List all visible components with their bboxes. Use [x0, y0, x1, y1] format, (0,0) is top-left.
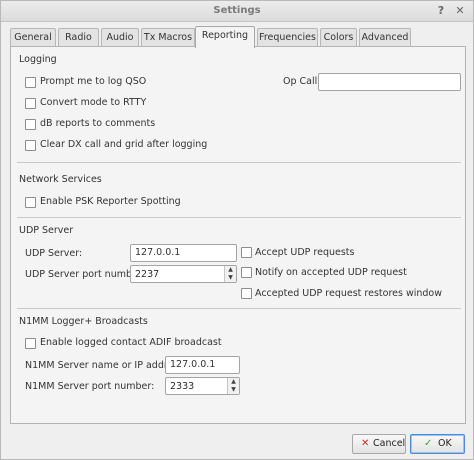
db-reports-checkbox[interactable] — [25, 119, 36, 130]
prompt-log-label: Prompt me to log QSO — [40, 76, 147, 87]
psk-reporter-label: Enable PSK Reporter Spotting — [40, 196, 181, 207]
cancel-button-label: Cancel — [373, 438, 406, 449]
psk-reporter-checkbox[interactable] — [25, 197, 36, 208]
accept-udp-label: Accept UDP requests — [255, 247, 355, 258]
reporting-panel: Logging Prompt me to log QSO Op Call: Co… — [10, 46, 466, 424]
tab-colors[interactable]: Colors — [320, 28, 357, 47]
network-section-title: Network Services — [19, 174, 102, 185]
close-icon[interactable]: ✕ — [453, 4, 467, 18]
tab-general[interactable]: General — [10, 28, 56, 47]
separator — [17, 308, 461, 309]
spin-down-icon[interactable]: ▼ — [225, 274, 236, 282]
window-title: Settings — [213, 5, 261, 16]
cancel-button[interactable]: ✕ Cancel — [352, 434, 406, 454]
restores-window-label: Accepted UDP request restores window — [255, 288, 443, 299]
convert-rtty-label: Convert mode to RTTY — [40, 97, 147, 108]
n1mm-port-label: N1MM Server port number: — [25, 381, 155, 392]
ok-icon: ✓ — [424, 438, 433, 449]
enable-adif-checkbox[interactable] — [25, 338, 36, 349]
udp-server-label: UDP Server: — [25, 248, 83, 259]
db-reports-label: dB reports to comments — [40, 118, 156, 129]
tab-advanced[interactable]: Advanced — [359, 28, 411, 47]
help-icon[interactable]: ? — [434, 4, 448, 18]
logging-section-title: Logging — [19, 54, 57, 65]
udp-server-input[interactable]: 127.0.0.1 — [130, 244, 237, 262]
settings-window: Settings ? ✕ General Radio Audio Tx Macr… — [0, 0, 474, 460]
udp-port-label: UDP Server port number: — [25, 269, 145, 280]
tab-reporting[interactable]: Reporting — [195, 26, 255, 48]
clear-dx-label: Clear DX call and grid after logging — [40, 139, 208, 150]
udp-section-title: UDP Server — [19, 225, 74, 236]
enable-adif-label: Enable logged contact ADIF broadcast — [40, 337, 222, 348]
tab-radio[interactable]: Radio — [58, 28, 99, 47]
clear-dx-checkbox[interactable] — [25, 140, 36, 151]
op-call-input[interactable] — [318, 73, 461, 91]
cancel-icon: ✕ — [361, 438, 370, 449]
title-bar[interactable]: Settings ? ✕ — [1, 1, 473, 22]
n1mm-server-input[interactable]: 127.0.0.1 — [165, 356, 240, 374]
udp-port-spinbox[interactable]: 2237 ▲ ▼ — [130, 265, 237, 283]
tab-frequencies[interactable]: Frequencies — [257, 28, 318, 47]
spin-up-icon[interactable]: ▲ — [228, 378, 239, 386]
ok-button-label: OK — [438, 438, 452, 449]
udp-port-value: 2237 — [135, 269, 160, 280]
spin-up-icon[interactable]: ▲ — [225, 266, 236, 274]
n1mm-section-title: N1MM Logger+ Broadcasts — [19, 316, 148, 327]
spin-arrows: ▲ ▼ — [224, 266, 236, 282]
op-call-label: Op Call: — [283, 76, 321, 87]
ok-button[interactable]: ✓ OK — [410, 434, 465, 454]
tab-audio[interactable]: Audio — [101, 28, 139, 47]
prompt-log-checkbox[interactable] — [25, 77, 36, 88]
n1mm-server-label: N1MM Server name or IP address: — [25, 360, 187, 371]
spin-arrows: ▲ ▼ — [227, 378, 239, 394]
restores-window-checkbox[interactable] — [241, 288, 252, 299]
n1mm-port-value: 2333 — [170, 381, 195, 392]
accept-udp-checkbox[interactable] — [241, 247, 252, 258]
convert-rtty-checkbox[interactable] — [25, 98, 36, 109]
notify-accepted-label: Notify on accepted UDP request — [255, 267, 407, 278]
separator — [17, 162, 461, 163]
n1mm-port-spinbox[interactable]: 2333 ▲ ▼ — [165, 377, 240, 395]
tab-tx-macros[interactable]: Tx Macros — [141, 28, 195, 47]
separator — [17, 217, 461, 218]
notify-accepted-checkbox[interactable] — [241, 267, 252, 278]
spin-down-icon[interactable]: ▼ — [228, 386, 239, 394]
